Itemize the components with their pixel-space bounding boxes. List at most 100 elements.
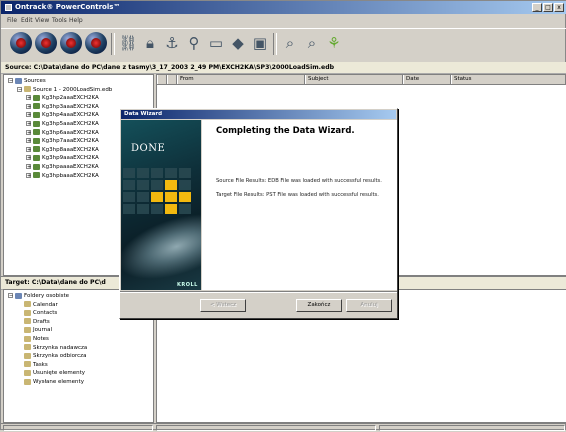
target-node-label: Usunięte elementy (33, 370, 85, 377)
dialog-heading: Completing the Data Wizard. (216, 126, 355, 136)
source-node[interactable]: + Kg3hpbaaaEXCH2KA (26, 172, 99, 180)
mailbox-icon (33, 146, 40, 153)
find-icon[interactable]: ⌕ (279, 32, 301, 54)
status-panel-2 (156, 425, 376, 431)
target-node[interactable]: +Contacts (17, 309, 57, 317)
maximize-button[interactable]: □ (543, 3, 553, 12)
folder-icon (24, 352, 31, 359)
target-path: Target: C:\Data\dane do PC\d (5, 279, 106, 286)
source-node[interactable]: + Kg3hp6aaaEXCH2KA (26, 129, 99, 137)
filter-icon[interactable]: ◆ (227, 32, 249, 54)
target-node[interactable]: +Skrzynka odbiorcza (17, 352, 86, 360)
search-icon[interactable]: ⚲ (183, 32, 205, 54)
target-node-label: Calendar (33, 301, 58, 308)
target-node[interactable]: +Calendar (17, 301, 58, 309)
title-bar[interactable]: Ontrack® PowerControls™ _ □ x (1, 1, 566, 14)
dialog-title[interactable]: Data Wizard (121, 110, 396, 119)
message-list-header: From Subject Date Status (157, 75, 566, 85)
menu-file[interactable]: File (7, 15, 17, 27)
target-node-label: Skrzynka odbiorcza (33, 353, 87, 360)
expand-toggle-icon[interactable]: + (26, 112, 31, 118)
target-node[interactable]: +Notes (17, 335, 49, 343)
disconnect-icon[interactable] (85, 32, 107, 54)
target-node[interactable]: +Skrzynka nadawcza (17, 344, 87, 352)
target-node[interactable]: +Wysłane elementy (17, 378, 84, 386)
source-node[interactable]: + Kg3hp4aaaEXCH2KA (26, 111, 99, 119)
expand-toggle-icon[interactable]: + (26, 129, 31, 135)
source-node-label: Kg3hp4aaaEXCH2KA (42, 112, 99, 119)
folder-icon (24, 301, 31, 308)
expand-toggle-icon[interactable]: + (26, 121, 31, 127)
expand-toggle-icon[interactable]: + (26, 164, 31, 170)
data-wizard-dialog: Data Wizard DONE KROLL Completing the Da… (119, 108, 398, 319)
expand-toggle-icon[interactable]: − (8, 293, 13, 299)
close-button[interactable]: x (554, 3, 564, 12)
open-source-icon[interactable] (10, 32, 32, 54)
target-node-label: Foldery osobiste (24, 293, 70, 299)
menu-tools[interactable]: Tools (52, 15, 67, 27)
col-date[interactable]: Date (403, 75, 451, 84)
source-node[interactable]: + Kg3hpaaaaEXCH2KA (26, 163, 99, 171)
lock-icon[interactable]: 🔒︎ (139, 32, 161, 54)
col-type[interactable] (157, 75, 167, 84)
status-panel-1 (3, 425, 153, 431)
expand-toggle-icon[interactable]: + (26, 146, 31, 152)
col-subject[interactable]: Subject (305, 75, 403, 84)
expand-toggle-icon[interactable]: − (8, 78, 13, 84)
source-node[interactable]: + Kg3hp2aaaEXCH2KA (26, 94, 99, 102)
menu-help[interactable]: Help (69, 15, 83, 27)
minimize-button[interactable]: _ (532, 3, 542, 12)
target-node[interactable]: +Usunięte elementy (17, 369, 85, 377)
expand-toggle-icon[interactable]: + (26, 95, 31, 101)
sources-root-icon (15, 77, 22, 84)
source-node-label: Sources (24, 78, 46, 84)
status-panel-3 (379, 425, 565, 431)
expand-toggle-icon[interactable]: + (26, 155, 31, 161)
expand-toggle-icon[interactable]: + (26, 138, 31, 144)
copy-icon[interactable]: ⚘ (323, 32, 345, 54)
col-attach[interactable] (167, 75, 177, 84)
source-node[interactable]: + Kg3hp8aaaEXCH2KA (26, 146, 99, 154)
source-node[interactable]: + Kg3hp3aaaEXCH2KA (26, 103, 99, 111)
network-icon[interactable]: ⛓ (117, 32, 139, 54)
source-node[interactable]: + Kg3hp7aaaEXCH2KA (26, 137, 99, 145)
cancel-button[interactable]: Anuluj (346, 299, 392, 312)
properties-icon[interactable]: ▣ (249, 32, 271, 54)
expand-toggle-icon[interactable]: + (26, 103, 31, 109)
dialog-body: Completing the Data Wizard. Source File … (202, 120, 397, 290)
target-node[interactable]: +Tasks (17, 361, 48, 369)
target-result-text: Target File Results: PST File was loaded… (216, 192, 379, 198)
col-from[interactable]: From (177, 75, 305, 84)
col-status[interactable]: Status (451, 75, 566, 84)
toolbar-separator-2 (273, 33, 277, 55)
source-node-label: Kg3hp2aaaEXCH2KA (42, 95, 99, 102)
target-node-label: Contacts (33, 310, 58, 317)
target-node[interactable]: − Foldery osobiste (8, 292, 69, 300)
open-target-icon[interactable] (35, 32, 57, 54)
source-node[interactable]: − Source 1 - 2000LoadSim.edb (17, 86, 112, 94)
back-button[interactable]: < Wstecz (200, 299, 246, 312)
source-node-label: Kg3hp5aaaEXCH2KA (42, 121, 99, 127)
toolbar: ⛓ 🔒︎ ⚓︎ ⚲ ▭ ◆ ▣ ⌕ ⌕ ⚘ (1, 28, 566, 63)
finish-button[interactable]: Zakończ (296, 299, 342, 312)
document-icon[interactable]: ▭ (205, 32, 227, 54)
source-node[interactable]: − Sources (8, 77, 46, 85)
mailbox-icon (33, 94, 40, 101)
source-node[interactable]: + Kg3hp9aaaEXCH2KA (26, 154, 99, 162)
target-node[interactable]: +Journal (17, 326, 52, 334)
find-next-icon[interactable]: ⌕ (301, 32, 323, 54)
menu-edit[interactable]: Edit (21, 15, 33, 27)
database-icon (24, 86, 31, 93)
target-node-label: Notes (33, 336, 49, 342)
target-node[interactable]: +Drafts (17, 318, 50, 326)
folder-icon (24, 369, 31, 376)
menu-view[interactable]: View (35, 15, 49, 27)
window-controls: _ □ x (532, 3, 564, 12)
expand-toggle-icon[interactable]: + (26, 172, 31, 178)
anchor-icon[interactable]: ⚓︎ (161, 32, 183, 54)
source-node[interactable]: + Kg3hp5aaaEXCH2KA (26, 120, 99, 128)
folder-icon (24, 361, 31, 368)
expand-toggle-icon[interactable]: − (17, 86, 22, 92)
mailbox-icon (33, 163, 40, 170)
save-icon[interactable] (60, 32, 82, 54)
